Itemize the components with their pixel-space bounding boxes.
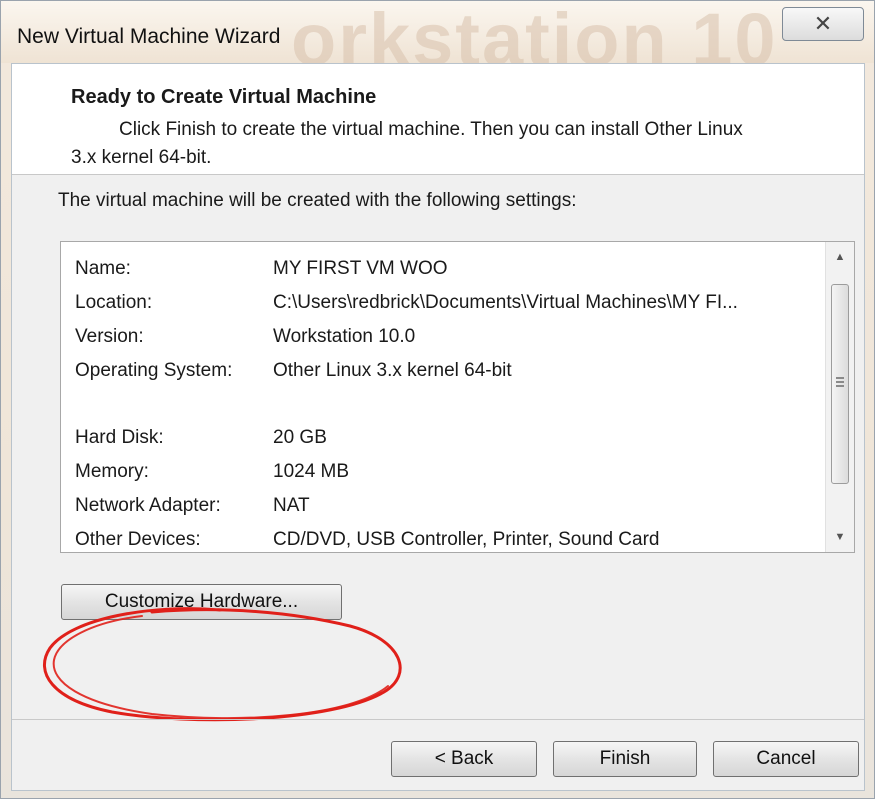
window-title: New Virtual Machine Wizard xyxy=(17,25,281,48)
setting-key: Network Adapter: xyxy=(75,495,221,516)
setting-key: Hard Disk: xyxy=(75,427,164,448)
settings-list: Name: MY FIRST VM WOO Location: C:\Users… xyxy=(75,252,815,552)
setting-key: Memory: xyxy=(75,461,149,482)
customize-hardware-button[interactable]: Customize Hardware... xyxy=(61,584,342,620)
page-description: Click Finish to create the virtual machi… xyxy=(71,116,849,172)
vertical-scrollbar[interactable]: ▲ ▼ xyxy=(825,242,854,552)
finish-button[interactable]: Finish xyxy=(553,741,697,777)
close-icon: ✕ xyxy=(813,11,833,36)
setting-row-network-adapter: Network Adapter: NAT xyxy=(75,489,815,523)
wizard-window: orkstation 10 New Virtual Machine Wizard… xyxy=(0,0,875,799)
setting-row-hard-disk: Hard Disk: 20 GB xyxy=(75,421,815,455)
footer-divider xyxy=(12,719,864,720)
wizard-body: Ready to Create Virtual Machine Click Fi… xyxy=(11,63,865,791)
scroll-up-arrow-icon[interactable]: ▲ xyxy=(826,242,854,272)
setting-key: Version: xyxy=(75,326,144,347)
setting-key: Name: xyxy=(75,258,131,279)
back-button[interactable]: < Back xyxy=(391,741,537,777)
wizard-header: Ready to Create Virtual Machine Click Fi… xyxy=(12,64,864,175)
setting-value: MY FIRST VM WOO xyxy=(273,258,448,279)
grip-icon xyxy=(836,377,844,387)
setting-row-location: Location: C:\Users\redbrick\Documents\Vi… xyxy=(75,286,815,320)
setting-key: Location: xyxy=(75,292,153,313)
setting-value: Other Linux 3.x kernel 64-bit xyxy=(273,360,512,381)
settings-group-spacer xyxy=(75,388,815,421)
setting-row-name: Name: MY FIRST VM WOO xyxy=(75,252,815,286)
setting-row-other-devices: Other Devices: CD/DVD, USB Controller, P… xyxy=(75,523,815,552)
page-title: Ready to Create Virtual Machine xyxy=(71,86,377,108)
scrollbar-thumb[interactable] xyxy=(831,284,849,484)
setting-value: Workstation 10.0 xyxy=(273,326,416,347)
settings-intro-text: The virtual machine will be created with… xyxy=(58,190,577,211)
setting-value: 20 GB xyxy=(273,427,327,448)
scroll-down-arrow-icon[interactable]: ▼ xyxy=(826,522,854,552)
setting-key: Operating System: xyxy=(75,360,233,381)
setting-row-memory: Memory: 1024 MB xyxy=(75,455,815,489)
setting-value: 1024 MB xyxy=(273,461,350,482)
setting-row-operating-system: Operating System: Other Linux 3.x kernel… xyxy=(75,354,815,388)
setting-value: CD/DVD, USB Controller, Printer, Sound C… xyxy=(273,529,660,550)
description-line-1: Click Finish to create the virtual machi… xyxy=(119,119,743,140)
cancel-button[interactable]: Cancel xyxy=(713,741,859,777)
setting-value: NAT xyxy=(273,495,310,516)
setting-value: C:\Users\redbrick\Documents\Virtual Mach… xyxy=(273,292,738,313)
setting-row-version: Version: Workstation 10.0 xyxy=(75,320,815,354)
setting-key: Other Devices: xyxy=(75,529,201,550)
description-line-2: 3.x kernel 64-bit. xyxy=(71,147,212,168)
close-button[interactable]: ✕ xyxy=(782,7,864,41)
settings-summary-box[interactable]: Name: MY FIRST VM WOO Location: C:\Users… xyxy=(60,241,855,553)
title-bar: orkstation 10 New Virtual Machine Wizard… xyxy=(1,0,874,81)
